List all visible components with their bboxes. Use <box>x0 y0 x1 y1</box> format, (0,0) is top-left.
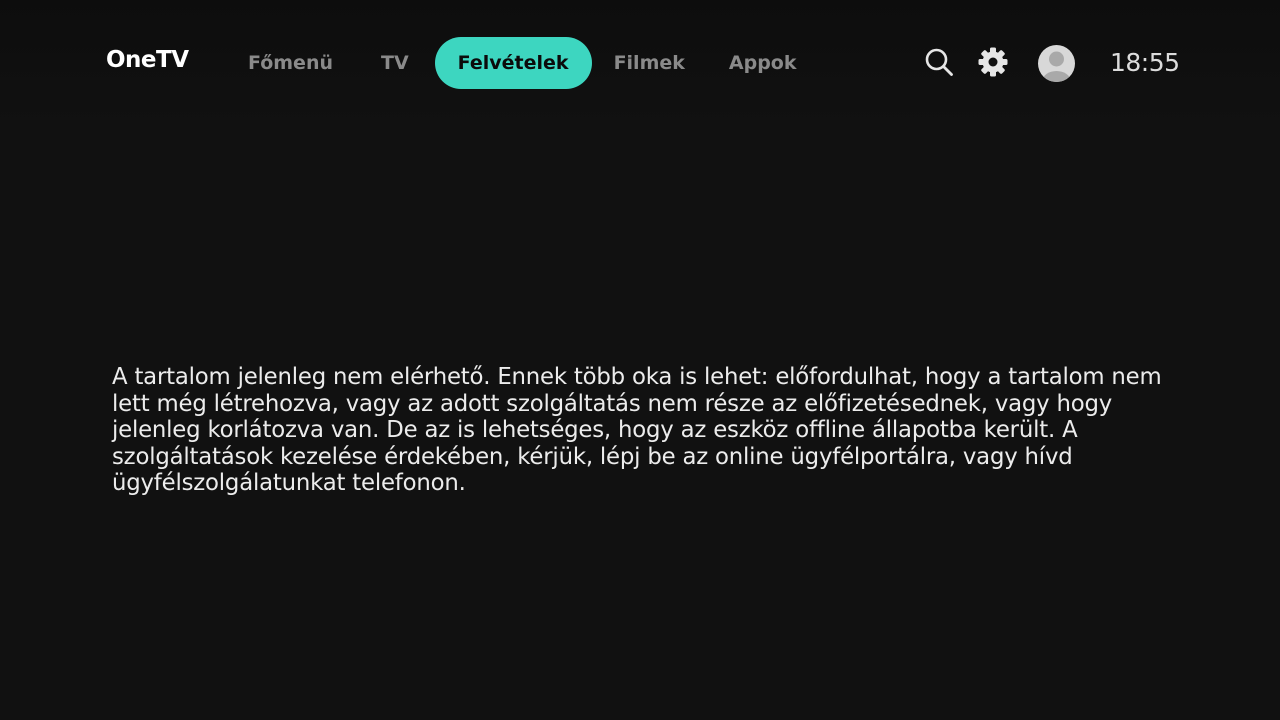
nav-item-tv[interactable]: TV <box>355 37 435 89</box>
app-screen: OneTV Főmenü TV Felvételek Filmek Appok <box>0 0 1280 720</box>
nav-item-appok[interactable]: Appok <box>707 37 819 89</box>
search-icon[interactable] <box>924 47 954 77</box>
clock: 18:55 <box>1110 48 1180 77</box>
nav-item-felvetelek[interactable]: Felvételek <box>434 37 592 89</box>
top-navigation-bar: OneTV Főmenü TV Felvételek Filmek Appok <box>0 0 1280 126</box>
nav-item-fomenu[interactable]: Főmenü <box>226 37 355 89</box>
user-avatar-icon[interactable] <box>1038 45 1075 82</box>
gear-icon[interactable] <box>977 46 1009 78</box>
onetv-logo: OneTV <box>106 47 189 73</box>
content-unavailable-message: A tartalom jelenleg nem elérhető. Ennek … <box>112 364 1162 496</box>
main-nav: Főmenü TV Felvételek Filmek Appok <box>226 37 819 89</box>
nav-item-filmek[interactable]: Filmek <box>592 37 707 89</box>
